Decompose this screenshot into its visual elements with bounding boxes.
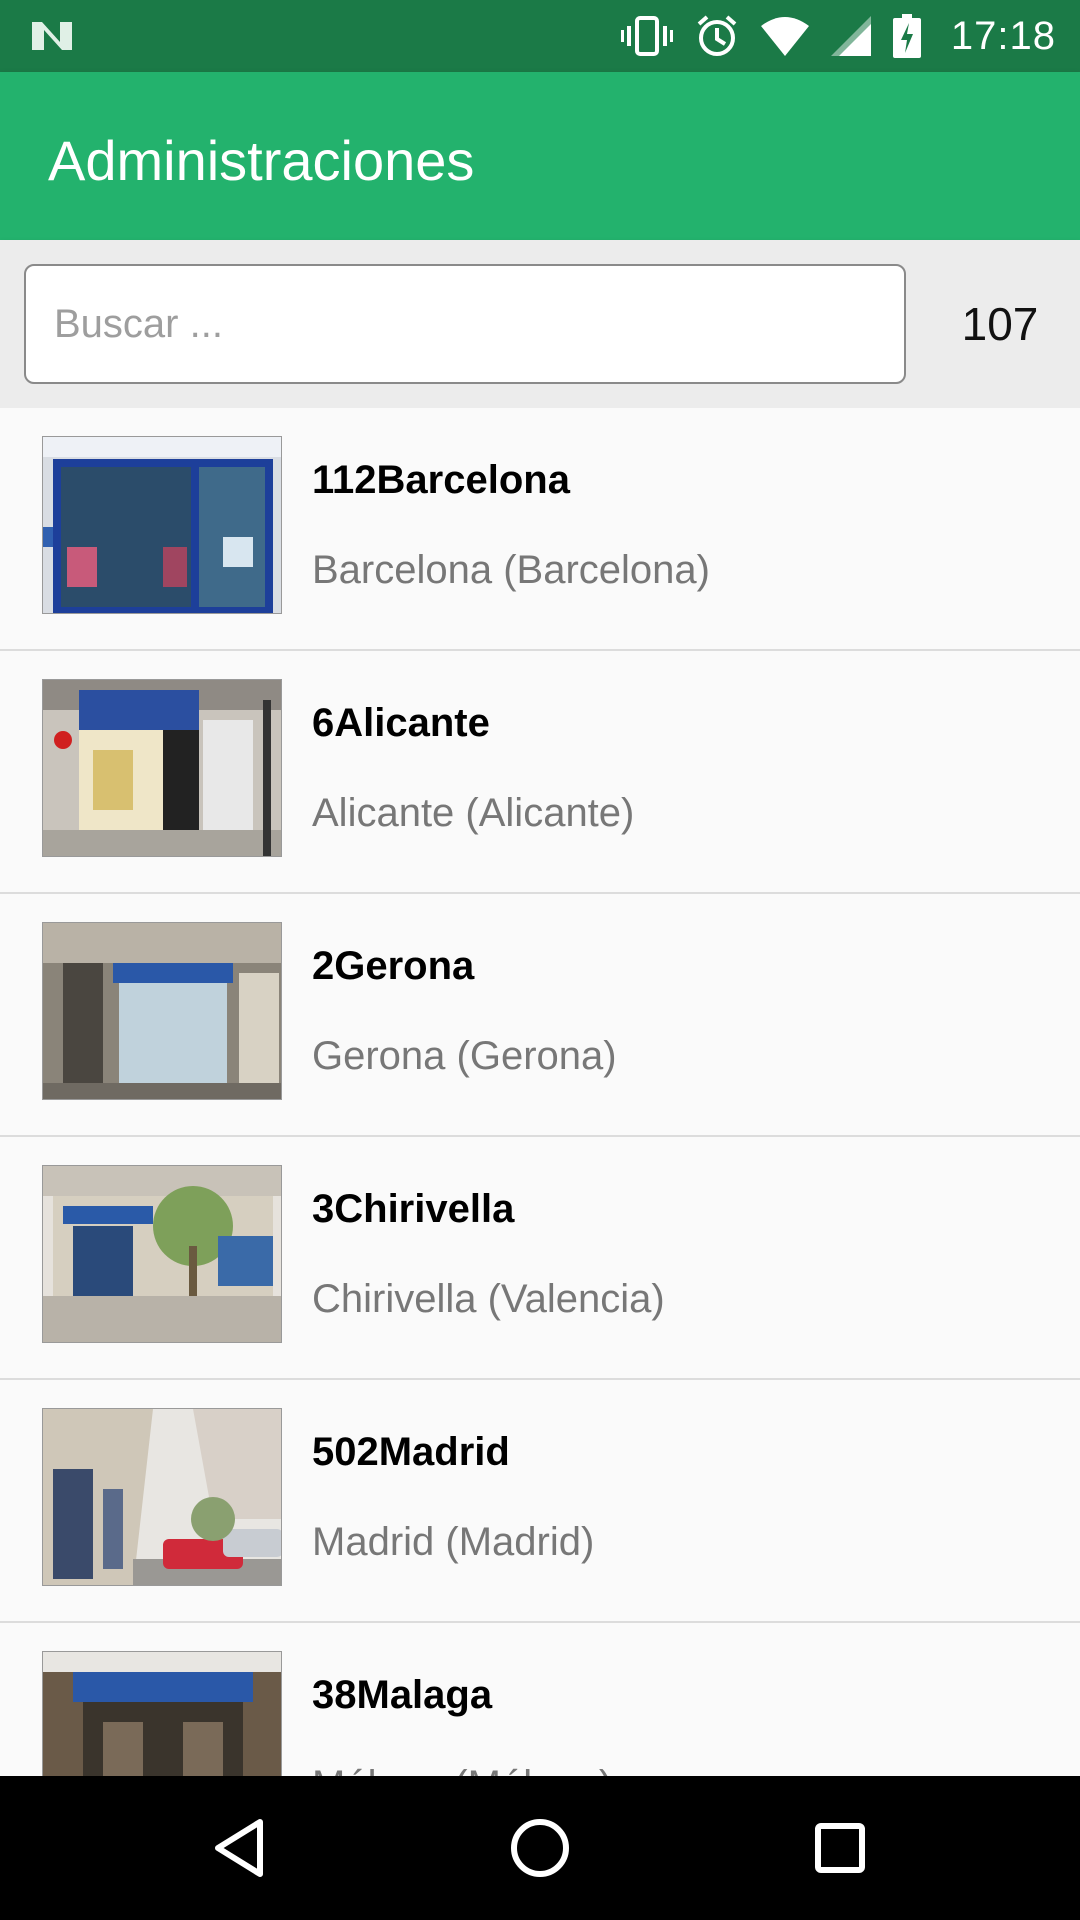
navigation-bar <box>0 1776 1080 1920</box>
item-title: 2Gerona <box>312 944 475 988</box>
result-count: 107 <box>961 298 1039 350</box>
item-title: 502Madrid <box>312 1430 510 1474</box>
item-subtitle: Gerona (Gerona) <box>312 1034 617 1078</box>
list-item[interactable]: 502Madrid Madrid (Madrid) <box>0 1380 1080 1623</box>
thumbnail-image <box>42 1408 282 1586</box>
alarm-icon <box>697 15 737 56</box>
list-item[interactable]: 6Alicante Alicante (Alicante) <box>0 651 1080 894</box>
thumbnail-image <box>42 436 282 614</box>
item-subtitle: Barcelona (Barcelona) <box>312 548 710 592</box>
back-triangle-icon[interactable] <box>204 1812 276 1884</box>
wifi-icon <box>760 17 809 56</box>
item-subtitle: Málaga (Málaga) <box>312 1763 612 1776</box>
list-item[interactable]: 2Gerona Gerona (Gerona) <box>0 894 1080 1137</box>
item-title: 112Barcelona <box>312 458 570 502</box>
item-title: 3Chirivella <box>312 1187 515 1231</box>
list-item[interactable]: 38Malaga Málaga (Málaga) <box>0 1623 1080 1776</box>
search-bar: 107 <box>0 240 1080 408</box>
home-circle-icon[interactable] <box>504 1812 576 1884</box>
item-title: 38Malaga <box>312 1673 493 1717</box>
battery-charging-icon <box>892 14 921 58</box>
thumbnail-image <box>42 679 282 857</box>
administraciones-list: 112Barcelona Barcelona (Barcelona) 6Alic… <box>0 408 1080 1776</box>
vibrate-icon <box>620 16 673 56</box>
page-title: Administraciones <box>48 129 475 192</box>
item-subtitle: Alicante (Alicante) <box>312 791 635 835</box>
thumbnail-image <box>42 1165 282 1343</box>
recents-square-icon[interactable] <box>804 1812 876 1884</box>
status-bar: 17:18 <box>0 0 1080 72</box>
item-subtitle: Madrid (Madrid) <box>312 1520 595 1564</box>
clock: 17:18 <box>950 13 1056 58</box>
thumbnail-image <box>42 1651 282 1776</box>
list-item[interactable]: 3Chirivella Chirivella (Valencia) <box>0 1137 1080 1380</box>
thumbnail-image <box>42 922 282 1100</box>
list-item[interactable]: 112Barcelona Barcelona (Barcelona) <box>0 408 1080 651</box>
search-input[interactable] <box>24 264 906 384</box>
item-title: 6Alicante <box>312 701 490 745</box>
n-logo-icon <box>32 22 72 50</box>
item-subtitle: Chirivella (Valencia) <box>312 1277 665 1321</box>
app-bar: Administraciones <box>0 72 1080 240</box>
signal-icon <box>830 16 871 56</box>
